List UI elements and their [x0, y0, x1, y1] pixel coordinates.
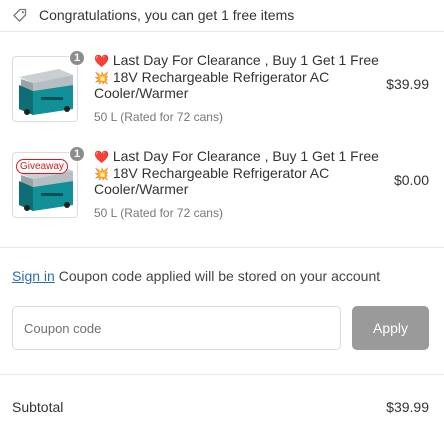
free-items-text: Congratulations, you can get 1 free item…: [39, 7, 295, 23]
divider: [0, 247, 444, 248]
apply-coupon-button[interactable]: Apply: [352, 306, 429, 350]
signin-notice: Sign in Coupon code applied will be stor…: [12, 268, 380, 284]
heart-icon: ❤️: [94, 150, 109, 164]
signin-link[interactable]: Sign in: [12, 268, 55, 284]
item-price: $0.00: [393, 172, 429, 188]
subtotal-value: $39.99: [386, 399, 429, 415]
divider: [0, 31, 444, 32]
product-thumbnail[interactable]: 1: [12, 50, 85, 122]
signin-note-text: Coupon code applied will be stored on yo…: [54, 268, 381, 284]
divider: [0, 374, 444, 375]
giveaway-tag: Giveaway: [16, 159, 68, 174]
explosion-icon: 💥: [94, 166, 109, 181]
cart-item: Giveaway 1 ❤️ Last Day For Clearance , B…: [12, 146, 432, 222]
coupon-code-input[interactable]: [12, 306, 341, 350]
quantity-badge: 1: [69, 146, 85, 162]
item-price: $39.99: [386, 76, 429, 92]
cooler-image: [19, 69, 73, 115]
product-info: ❤️ Last Day For Clearance , Buy 1 Get 1 …: [94, 52, 384, 124]
cart-item: 1 ❤️ Last Day For Clearance , Buy 1 Get …: [12, 50, 432, 126]
product-title[interactable]: ❤️ Last Day For Clearance , Buy 1 Get 1 …: [94, 148, 384, 198]
product-title[interactable]: ❤️ Last Day For Clearance , Buy 1 Get 1 …: [94, 52, 384, 102]
heart-icon: ❤️: [94, 54, 109, 68]
product-info: ❤️ Last Day For Clearance , Buy 1 Get 1 …: [94, 148, 384, 220]
product-thumbnail[interactable]: Giveaway 1: [12, 146, 85, 218]
explosion-icon: 💥: [94, 70, 109, 85]
product-variant: 50 L (Rated for 72 cans): [94, 205, 223, 220]
quantity-badge: 1: [69, 50, 85, 66]
subtotal-label: Subtotal: [12, 399, 64, 415]
tag-icon: [12, 7, 28, 23]
product-variant: 50 L (Rated for 72 cans): [94, 109, 223, 124]
free-items-notice: Congratulations, you can get 1 free item…: [12, 6, 294, 24]
